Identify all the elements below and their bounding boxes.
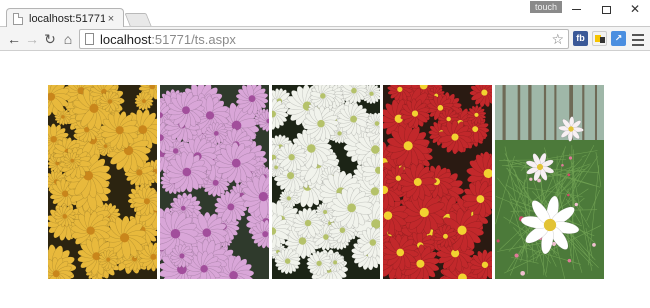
page-content (0, 52, 650, 308)
photo-red-chrysanthemums-image (383, 85, 493, 279)
photo-purple-chrysanthemums (159, 85, 269, 279)
facebook-extension-icon[interactable]: fb (573, 31, 588, 46)
address-bar[interactable]: localhost:51771/ts.aspx ☆ (79, 29, 569, 49)
page-favicon-icon (13, 12, 23, 25)
page-icon (85, 33, 94, 45)
photo-white-chrysanthemums-image (271, 85, 381, 279)
new-tab-button[interactable] (124, 13, 152, 26)
photo-red-chrysanthemums (383, 85, 493, 279)
bookmark-star-icon[interactable]: ☆ (551, 30, 564, 48)
tab-strip: localhost:51771/ts.aspx × touch ✕ (0, 0, 650, 28)
browser-toolbar: ← → ↻ ⌂ localhost:51771/ts.aspx ☆ fb ↗ (0, 27, 650, 51)
maximize-icon (601, 5, 611, 14)
touch-badge: touch (530, 1, 562, 13)
back-button[interactable]: ← (4, 29, 24, 49)
note-extension-icon[interactable] (592, 31, 607, 46)
forward-button[interactable]: → (22, 29, 42, 49)
url-host: localhost (100, 31, 152, 47)
photo-white-cosmos-garden (495, 85, 604, 279)
minimize-button[interactable] (562, 0, 590, 18)
browser-menu-icon[interactable] (631, 31, 645, 46)
photo-yellow-chrysanthemums (48, 85, 157, 279)
maximize-button[interactable] (592, 0, 620, 18)
home-button[interactable]: ⌂ (58, 29, 78, 49)
photo-white-cosmos-garden-image (495, 85, 604, 279)
tab-close-icon[interactable]: × (105, 13, 117, 25)
photo-white-chrysanthemums (271, 85, 381, 279)
tab-title: localhost:51771/ts.aspx (29, 12, 105, 25)
url-path: :51771/ts.aspx (151, 31, 236, 47)
browser-tab[interactable]: localhost:51771/ts.aspx × (6, 8, 124, 28)
photo-gallery (48, 85, 604, 279)
browser-window: localhost:51771/ts.aspx × touch ✕ ← → ↻ … (0, 0, 650, 308)
close-window-button[interactable]: ✕ (621, 0, 649, 18)
photo-purple-chrysanthemums-image (159, 85, 269, 279)
minimize-icon (571, 9, 581, 11)
reload-button[interactable]: ↻ (40, 29, 60, 49)
chart-extension-icon[interactable]: ↗ (611, 31, 626, 46)
photo-yellow-chrysanthemums-image (48, 85, 157, 279)
url-text: localhost:51771/ts.aspx (100, 32, 236, 47)
